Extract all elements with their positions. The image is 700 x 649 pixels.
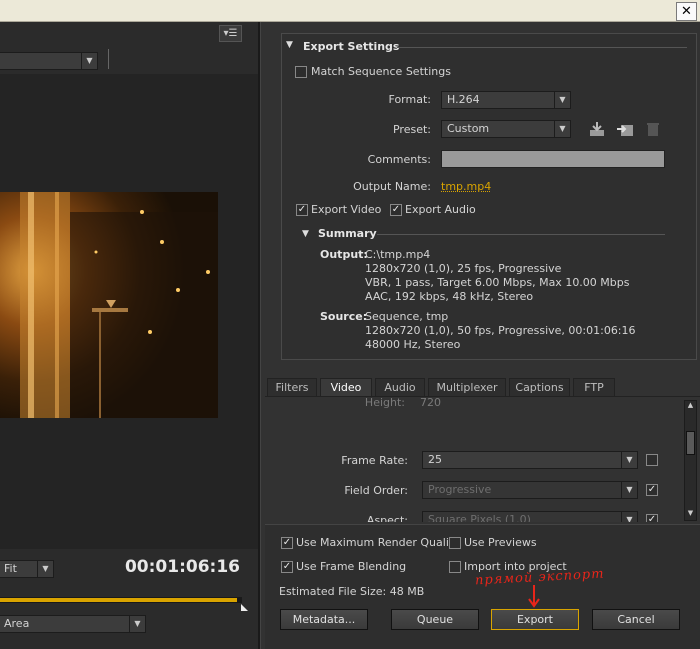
output-summary-line: VBR, 1 pass, Target 6.00 Mbps, Max 10.00… (365, 276, 630, 289)
save-preset-icon[interactable] (588, 121, 606, 137)
frame-rate-checkbox[interactable] (646, 454, 658, 466)
chevron-down-icon: ▼ (621, 512, 637, 522)
source-summary-line: 1280x720 (1,0), 50 fps, Progressive, 00:… (365, 324, 636, 337)
max-render-checkbox[interactable]: ✓ (281, 537, 293, 549)
cancel-button[interactable]: Cancel (592, 609, 680, 630)
frame-rate-dropdown[interactable]: 25 ▼ (422, 451, 638, 469)
close-icon: ✕ (681, 4, 692, 19)
divider (108, 49, 109, 69)
delete-preset-icon[interactable] (645, 121, 661, 137)
queue-button[interactable]: Queue (391, 609, 479, 630)
aspect-dropdown[interactable]: Square Pixels (1.0) ▼ (422, 511, 638, 522)
estimated-file-size: Estimated File Size: 48 MB (279, 585, 424, 598)
video-preview (0, 192, 218, 418)
source-summary-line: Sequence, tmp (365, 310, 448, 323)
collapse-triangle-icon[interactable]: ▼ (302, 229, 309, 239)
field-order-checkbox[interactable]: ✓ (646, 484, 658, 496)
divider (397, 47, 687, 48)
chevron-down-icon: ▼ (81, 53, 97, 69)
aspect-checkbox[interactable]: ✓ (646, 514, 658, 522)
height-value: 720 (420, 398, 441, 409)
source-summary-label: Source: (320, 310, 367, 323)
output-summary-line: AAC, 192 kbps, 48 kHz, Stereo (365, 290, 533, 303)
export-video-label: Export Video (311, 203, 381, 216)
tab-ftp[interactable]: FTP (573, 378, 615, 396)
fit-dropdown[interactable]: Fit ▼ (0, 560, 54, 578)
chevron-down-icon: ▼ (621, 452, 637, 468)
export-settings-title: Export Settings (303, 40, 399, 53)
collapse-triangle-icon[interactable]: ▼ (286, 40, 293, 50)
window-title-bar: ✕ (0, 0, 700, 22)
source-panel: ▾☰ ▼ Fit ▼ 00:01:06:16 Area ▼ (0, 22, 258, 649)
export-audio-checkbox[interactable]: ✓ (390, 204, 402, 216)
settings-tabs: Filters Video Audio Multiplexer Captions… (265, 378, 700, 397)
match-sequence-label: Match Sequence Settings (311, 65, 451, 78)
max-render-label: Use Maximum Render Quality (296, 536, 460, 549)
preset-label: Preset: (321, 123, 431, 136)
export-audio-label: Export Audio (405, 203, 476, 216)
frame-blending-checkbox[interactable]: ✓ (281, 561, 293, 573)
scrollbar[interactable]: ▲ ▼ (684, 400, 697, 521)
tab-filters[interactable]: Filters (267, 378, 317, 396)
export-panel: ▼ Export Settings Match Sequence Setting… (260, 22, 700, 649)
scroll-up-icon[interactable]: ▲ (686, 401, 695, 409)
timeline-progress (0, 598, 237, 602)
source-tab-bar: ▾☰ (0, 22, 258, 46)
output-name-label: Output Name: (321, 180, 431, 193)
format-label: Format: (321, 93, 431, 106)
menu-icon: ▾☰ (224, 28, 238, 39)
import-project-checkbox[interactable] (449, 561, 461, 573)
source-dropdown[interactable]: ▼ (0, 52, 98, 70)
chevron-down-icon: ▼ (554, 121, 570, 137)
annotation-arrow-icon (527, 584, 541, 610)
chevron-down-icon: ▼ (37, 561, 53, 577)
output-summary-line: C:\tmp.mp4 (365, 248, 430, 261)
tab-multiplexer[interactable]: Multiplexer (428, 378, 506, 396)
summary-title: Summary (318, 227, 377, 240)
scrollbar-thumb[interactable] (686, 431, 695, 455)
output-summary-line: 1280x720 (1,0), 25 fps, Progressive (365, 262, 561, 275)
field-order-dropdown[interactable]: Progressive ▼ (422, 481, 638, 499)
output-name-link[interactable]: tmp.mp4 (441, 180, 491, 193)
chevron-down-icon: ▼ (621, 482, 637, 498)
tab-captions[interactable]: Captions (509, 378, 570, 396)
output-summary-label: Output: (320, 248, 368, 261)
export-button[interactable]: Export (491, 609, 579, 630)
chevron-down-icon: ▼ (554, 92, 570, 108)
use-previews-label: Use Previews (464, 536, 537, 549)
export-video-checkbox[interactable]: ✓ (296, 204, 308, 216)
match-sequence-checkbox[interactable] (295, 66, 307, 78)
field-order-label: Field Order: (305, 484, 408, 497)
height-label: Height: (305, 398, 405, 409)
preset-dropdown[interactable]: Custom ▼ (441, 120, 571, 138)
timeline-track[interactable] (0, 597, 242, 603)
comments-label: Comments: (321, 153, 431, 166)
area-dropdown[interactable]: Area ▼ (0, 615, 146, 633)
close-button[interactable]: ✕ (676, 2, 697, 21)
playhead-icon[interactable] (240, 602, 250, 612)
format-dropdown[interactable]: H.264 ▼ (441, 91, 571, 109)
comments-field[interactable] (441, 150, 665, 168)
monitor-area (0, 74, 258, 549)
tab-video[interactable]: Video (320, 378, 372, 396)
frame-rate-label: Frame Rate: (305, 454, 408, 467)
frame-blending-label: Use Frame Blending (296, 560, 406, 573)
timecode-display: 00:01:06:16 (110, 557, 240, 577)
import-preset-icon[interactable] (616, 121, 634, 137)
source-summary-line: 48000 Hz, Stereo (365, 338, 460, 351)
tab-audio[interactable]: Audio (375, 378, 425, 396)
metadata-button[interactable]: Metadata... (280, 609, 368, 630)
chevron-down-icon: ▼ (129, 616, 145, 632)
scroll-down-icon[interactable]: ▼ (686, 509, 695, 517)
aspect-label: Aspect: (305, 514, 408, 522)
divider (377, 234, 665, 235)
panel-menu-button[interactable]: ▾☰ (219, 25, 242, 42)
use-previews-checkbox[interactable] (449, 537, 461, 549)
video-settings-scroll: Height: 720 Frame Rate: 25 ▼ Field Order:… (265, 398, 685, 522)
